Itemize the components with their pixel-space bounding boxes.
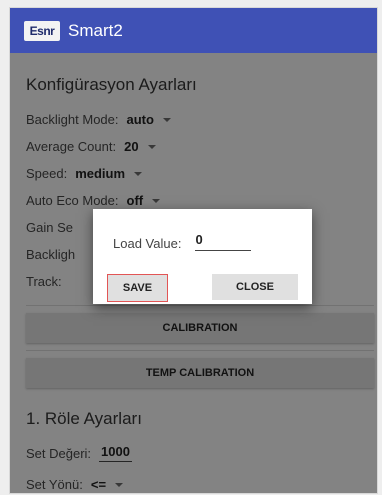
app-frame: Esnr Smart2 Konfigürasyon Ayarları Backl… [9, 7, 378, 494]
app-title: Smart2 [68, 20, 123, 40]
load-value-input[interactable]: 0 [195, 232, 252, 251]
load-value-label: Load Value: [113, 236, 182, 251]
app-logo: Esnr [24, 20, 60, 41]
save-button[interactable]: SAVE [107, 274, 168, 302]
load-value-row: Load Value: 0 [113, 232, 252, 251]
load-value-dialog: Load Value: 0 SAVE CLOSE [93, 209, 312, 304]
close-button[interactable]: CLOSE [212, 274, 298, 300]
app-bar: Esnr Smart2 [10, 8, 377, 53]
